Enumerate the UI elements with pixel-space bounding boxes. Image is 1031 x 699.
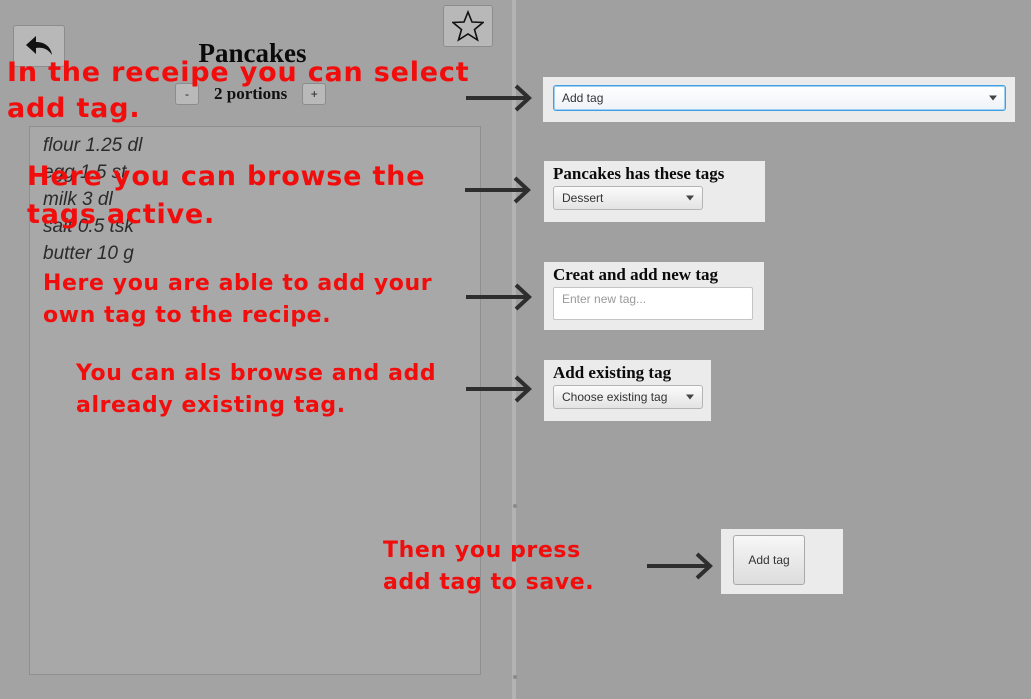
divider-grip-dot [513, 675, 517, 679]
chevron-down-icon [686, 394, 694, 400]
new-tag-placeholder: Enter new tag... [562, 292, 647, 306]
add-tag-panel: Add tag [543, 77, 1015, 122]
annotation-browse-active: Here you can browse the tags active. [27, 158, 425, 234]
active-tags-dropdown[interactable]: Dessert [553, 186, 703, 210]
existing-tag-dropdown-label: Choose existing tag [562, 390, 668, 404]
add-tag-dropdown[interactable]: Add tag [553, 85, 1006, 111]
annotation-line: already existing tag. [76, 393, 346, 418]
chevron-down-icon [989, 95, 997, 101]
annotation-line: own tag to the recipe. [43, 303, 332, 328]
arrow-right-icon [466, 283, 532, 311]
active-tags-dropdown-label: Dessert [562, 191, 604, 205]
active-tags-heading: Pancakes has these tags [553, 164, 725, 183]
arrow-right-icon [466, 84, 532, 112]
new-tag-heading: Creat and add new tag [553, 265, 718, 284]
existing-tag-dropdown[interactable]: Choose existing tag [553, 385, 703, 409]
annotation-add-own: Here you are able to add your own tag to… [43, 268, 432, 332]
star-icon [452, 10, 484, 42]
existing-tag-heading: Add existing tag [553, 363, 672, 382]
annotation-press-save: Then you press add tag to save. [383, 535, 594, 599]
existing-tag-panel: Add existing tag Choose existing tag [544, 360, 711, 421]
annotation-line: tags active. [27, 199, 216, 230]
annotation-line: add tag to save. [383, 570, 595, 595]
annotation-line: You can als browse and add [76, 361, 437, 386]
favorite-button[interactable] [443, 5, 493, 47]
annotation-line: Then you press [383, 538, 581, 563]
active-tags-panel: Pancakes has these tags Dessert [544, 161, 765, 222]
arrow-right-icon [465, 176, 531, 204]
arrow-right-icon [647, 552, 713, 580]
arrow-right-icon [466, 375, 532, 403]
annotation-select-add-tag: In the receipe you can select add tag. [7, 55, 469, 127]
annotation-line: add tag. [7, 93, 141, 124]
annotation-line: Here you can browse the [27, 161, 426, 192]
new-tag-panel: Creat and add new tag Enter new tag... [544, 262, 764, 330]
divider-grip-dot [513, 504, 517, 508]
save-tag-panel: Add tag [721, 529, 843, 594]
annotation-line: Here you are able to add your [43, 271, 433, 296]
chevron-down-icon [686, 195, 694, 201]
add-tag-button[interactable]: Add tag [733, 535, 805, 585]
annotation-line: In the receipe you can select [7, 57, 470, 88]
annotation-browse-existing: You can als browse and add already exist… [76, 358, 436, 422]
ingredient-item: flour 1.25 dl [43, 135, 143, 156]
new-tag-input[interactable]: Enter new tag... [553, 287, 753, 320]
ingredient-item: butter 10 g [43, 243, 134, 264]
add-tag-dropdown-label: Add tag [562, 91, 604, 105]
